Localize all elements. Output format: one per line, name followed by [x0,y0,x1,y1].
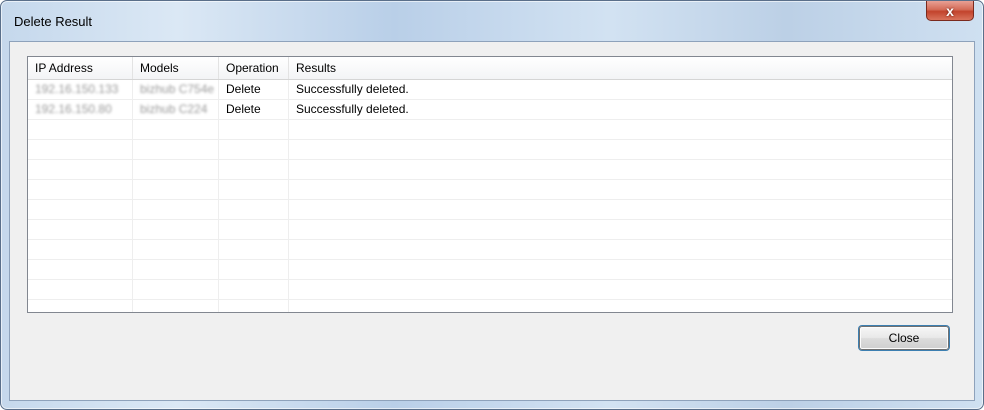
cell-model: bizhub C754e [140,82,215,96]
list-header: IP Address Models Operation Results [28,57,952,80]
cell-operation: Delete [226,102,261,116]
empty-row [28,200,952,220]
cell-ip-address: 192.16.150.80 [35,102,112,116]
title-bar[interactable]: Delete Result x [1,1,983,41]
close-button[interactable]: Close [859,326,949,350]
table-row[interactable]: 192.16.150.133 bizhub C754e Delete Succe… [28,80,952,100]
column-header-models[interactable]: Models [133,57,219,79]
list-body: 192.16.150.133 bizhub C754e Delete Succe… [28,80,952,312]
cell-model: bizhub C224 [140,102,208,116]
cell-operation: Delete [226,82,261,96]
empty-row [28,180,952,200]
empty-row [28,280,952,300]
cell-ip-address: 192.16.150.133 [35,82,119,96]
column-header-results[interactable]: Results [289,57,952,79]
table-row[interactable]: 192.16.150.80 bizhub C224 Delete Success… [28,100,952,120]
column-header-ip-address[interactable]: IP Address [28,57,133,79]
empty-row [28,140,952,160]
empty-row [28,260,952,280]
window-title: Delete Result [14,14,93,29]
empty-row [28,160,952,180]
column-header-operation[interactable]: Operation [219,57,289,79]
empty-row [28,240,952,260]
cell-result: Successfully deleted. [296,82,409,96]
cell-result: Successfully deleted. [296,102,409,116]
close-icon[interactable]: x [926,1,974,21]
delete-result-dialog: Delete Result x IP Address Models Operat… [0,0,984,410]
empty-row [28,220,952,240]
results-list[interactable]: IP Address Models Operation Results 192.… [27,56,953,313]
empty-row [28,120,952,140]
